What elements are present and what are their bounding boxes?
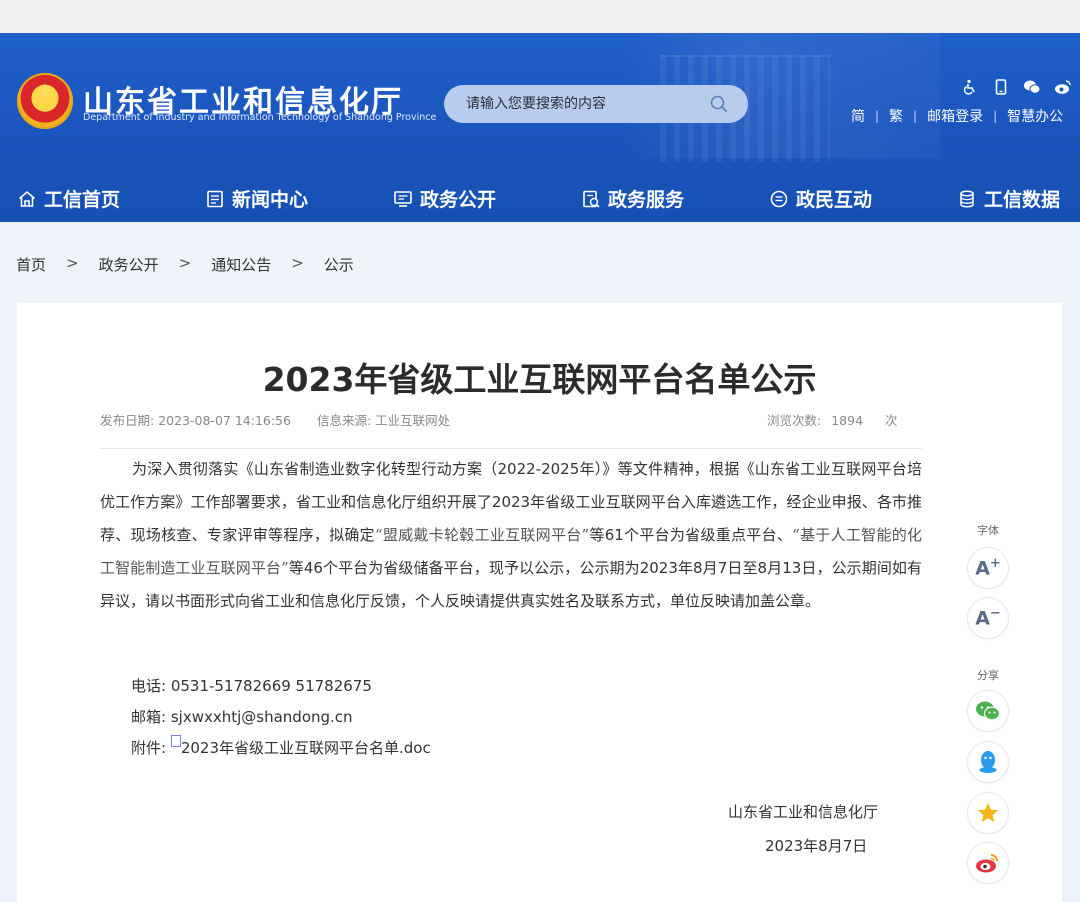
link-separator: |	[913, 109, 918, 123]
publish-date-label: 发布日期: 2023-08-07 14:16:56	[100, 413, 291, 428]
nav-item-service[interactable]: 政务服务	[581, 175, 684, 222]
phone-label: 电话:	[131, 677, 167, 695]
nav-item-news[interactable]: 新闻中心	[205, 175, 308, 222]
phone-value: 0531-51782669 51782675	[170, 677, 372, 695]
body-quote-platform-1: “盟威戴卡轮毂工业互联网平台”	[374, 526, 590, 544]
link-simplified[interactable]: 简	[851, 106, 865, 126]
search-input[interactable]	[466, 96, 696, 112]
nav-item-data[interactable]: 工信数据	[957, 175, 1060, 222]
link-traditional[interactable]: 繁	[889, 106, 903, 126]
breadcrumb-separator: >	[178, 254, 192, 272]
news-icon	[207, 190, 223, 207]
header-links: 简 | 繁 | 邮箱登录 | 智慧办公	[851, 106, 1063, 126]
contact-info: 电话: 0531-51782669 51782675 邮箱: sjxwxxhtj…	[131, 671, 431, 764]
wechat-icon[interactable]	[1022, 77, 1042, 97]
search-box	[444, 85, 748, 123]
breadcrumb: 首页 > 政务公开 > 通知公告 > 公示	[16, 254, 354, 275]
view-count: 浏览次数: 1894 次	[767, 410, 898, 429]
phone-row: 电话: 0531-51782669 51782675	[131, 671, 431, 702]
sign-date: 2023年8月7日	[765, 837, 868, 855]
breadcrumb-gov-open[interactable]: 政务公开	[99, 254, 159, 275]
font-increase-icon: A+	[975, 556, 1001, 580]
font-decrease-button[interactable]: A−	[967, 597, 1009, 639]
article-meta: 发布日期: 2023-08-07 14:16:56 信息来源: 工业互联网处	[100, 410, 472, 429]
breadcrumb-notices[interactable]: 通知公告	[211, 254, 271, 275]
source-label: 信息来源: 工业互联网处	[316, 413, 451, 428]
share-wechat-button[interactable]	[967, 690, 1009, 732]
meta-divider	[100, 448, 922, 449]
weibo-share-icon	[976, 854, 998, 873]
attachment-label: 附件:	[131, 739, 167, 757]
doc-file-icon	[170, 735, 181, 747]
share-weibo-button[interactable]	[967, 842, 1009, 884]
service-icon	[583, 190, 600, 208]
link-smart-office[interactable]: 智慧办公	[1007, 106, 1063, 126]
nav-label: 政务服务	[608, 189, 685, 211]
sign-org: 山东省工业和信息化厅	[728, 803, 879, 821]
search-icon[interactable]	[710, 95, 728, 113]
font-decrease-icon: A−	[975, 606, 1001, 630]
link-mail-login[interactable]: 邮箱登录	[927, 106, 983, 126]
mobile-icon[interactable]	[991, 77, 1011, 97]
database-icon	[960, 189, 974, 208]
home-icon	[18, 190, 36, 207]
article-title: 2023年省级工业互联网平台名单公示	[262, 360, 817, 399]
link-separator: |	[993, 109, 998, 123]
nav-item-home[interactable]: 工信首页	[17, 175, 120, 222]
breadcrumb-separator: >	[291, 254, 304, 272]
source-name: 工业互联网处	[375, 413, 451, 428]
nav-label: 政民互动	[796, 189, 873, 211]
share-qq-button[interactable]	[967, 741, 1009, 783]
email-row: 邮箱: sjxwxxhtj@shandong.cn	[131, 702, 431, 733]
top-strip	[0, 0, 1080, 33]
favorite-star-icon	[978, 803, 998, 822]
nav-item-gov-open[interactable]: 政务公开	[393, 175, 496, 222]
attachment-link[interactable]: 2023年省级工业互联网平台名单.doc	[181, 739, 431, 757]
nav-label: 工信首页	[44, 189, 121, 211]
font-size-label: 字体	[977, 524, 999, 537]
nav-item-interaction[interactable]: 政民互动	[769, 175, 872, 222]
breadcrumb-home[interactable]: 首页	[16, 254, 46, 275]
nav-label: 政务公开	[420, 189, 497, 211]
breadcrumb-current: 公示	[323, 256, 354, 274]
views-unit: 次	[885, 413, 898, 428]
link-separator: |	[875, 109, 880, 123]
font-increase-button[interactable]: A+	[967, 547, 1009, 589]
wechat-share-icon	[976, 701, 1001, 721]
nav-label: 新闻中心	[232, 189, 309, 211]
accessibility-icon[interactable]	[960, 77, 980, 97]
national-emblem-icon	[17, 73, 73, 129]
publish-date: 2023-08-07 14:16:56	[158, 413, 291, 428]
nav-label: 工信数据	[984, 189, 1061, 211]
article-body: 为深入贯彻落实《山东省制造业数字化转型行动方案（2022-2025年）》等文件精…	[100, 453, 922, 618]
article-card: 2023年省级工业互联网平台名单公示 发布日期: 2023-08-07 14:1…	[17, 303, 1062, 902]
body-text-b: 等61个平台为省级重点平台、	[589, 526, 793, 544]
site-header: 山东省工业和信息化厅 Department of Industry and In…	[0, 33, 1080, 222]
email-label: 邮箱:	[131, 708, 167, 726]
qq-share-icon	[979, 751, 997, 773]
interaction-icon	[770, 190, 788, 207]
signature: 山东省工业和信息化厅 2023年8月7日	[728, 795, 878, 863]
header-tools	[960, 77, 1073, 97]
weibo-icon[interactable]	[1053, 77, 1073, 97]
favorite-button[interactable]	[967, 792, 1009, 834]
email-value[interactable]: sjxwxxhtj@shandong.cn	[171, 708, 353, 726]
breadcrumb-separator: >	[66, 254, 79, 272]
views-number: 1894	[831, 413, 864, 428]
attachment-row: 附件: 2023年省级工业互联网平台名单.doc	[131, 733, 431, 764]
share-label: 分享	[977, 669, 999, 682]
site-name-en: Department of Industry and Information T…	[83, 112, 437, 123]
gov-open-icon	[394, 190, 412, 207]
views-label: 浏览次数:	[767, 413, 822, 428]
main-nav: 工信首页 新闻中心 政务公开 政务服务 政民互动 工信数据	[0, 175, 1080, 222]
